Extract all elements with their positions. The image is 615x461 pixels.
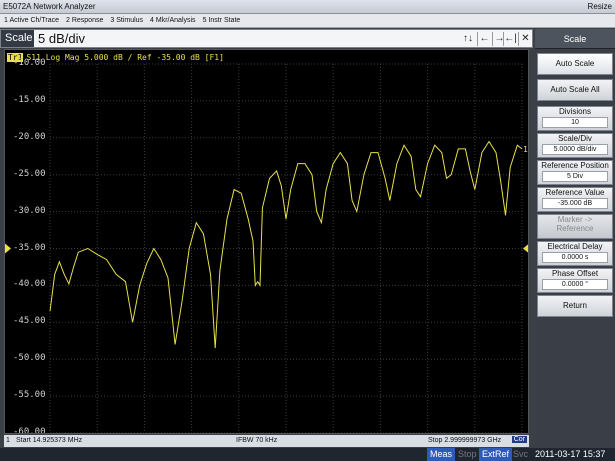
menu-mkr-analysis[interactable]: 4 Mkr/Analysis	[146, 14, 199, 27]
ifbw-value: IFBW 70 kHz	[236, 437, 278, 444]
enter-icon[interactable]: ←|	[503, 32, 517, 46]
y-tick-label: -30.00	[13, 205, 46, 216]
reference-arrow-right-icon	[523, 244, 528, 253]
chart-plot-area: 1	[5, 63, 528, 433]
arrow-left-icon[interactable]: ←	[477, 32, 491, 46]
start-frequency: Start 14.925373 MHz	[16, 437, 83, 444]
softkey-menu-title: Scale	[535, 29, 615, 49]
phase-offset-value: 0.0000 °	[542, 279, 608, 290]
return-label: Return	[562, 301, 587, 310]
resize-button[interactable]: Resize	[588, 2, 612, 11]
scale-div-value: 5.0000 dB/div	[542, 144, 608, 155]
channel-status-bar: 1 Start 14.925373 MHz IFBW 70 kHz Stop 2…	[4, 435, 529, 447]
reference-label: Reference	[556, 224, 594, 233]
marker-to-reference-button[interactable]: Marker -> Reference	[537, 214, 613, 239]
y-tick-label: -50.00	[13, 353, 46, 364]
softkey-panel: Scale Auto Scale Auto Scale All Division…	[535, 29, 615, 448]
title-bar: E5072A Network Analyzer Resize	[0, 0, 615, 14]
instrument-status-bar: Meas Stop ExtRef Svc 2011-03-17 15:37	[0, 448, 615, 461]
y-tick-label: -55.00	[13, 390, 46, 401]
up-down-spin-icon[interactable]: ↑↓	[461, 32, 475, 46]
y-tick-label: -60.00	[13, 427, 46, 434]
electrical-delay-label: Electrical Delay	[547, 242, 603, 251]
return-button[interactable]: Return	[537, 295, 613, 317]
entry-value-field[interactable]: 5 dB/div	[38, 31, 85, 46]
window-title: E5072A Network Analyzer	[3, 2, 96, 11]
date-time: 2011-03-17 15:37	[535, 449, 606, 459]
electrical-delay-button[interactable]: Electrical Delay 0.0000 s	[537, 241, 613, 266]
reference-value-value: -35.000 dB	[542, 198, 608, 209]
entry-label: Scale	[1, 30, 34, 47]
stop-frequency: Stop 2.999999973 GHz	[428, 437, 502, 444]
auto-scale-label: Auto Scale	[555, 59, 595, 68]
channel-number: 1	[6, 437, 10, 444]
electrical-delay-value: 0.0000 s	[542, 252, 608, 263]
auto-scale-all-button[interactable]: Auto Scale All	[537, 79, 613, 101]
phase-offset-button[interactable]: Phase Offset 0.0000 °	[537, 268, 613, 293]
reference-value-button[interactable]: Reference Value -35.000 dB	[537, 187, 613, 212]
trace-chart: 1 Tr1 S11 Log Mag 5.000 dB / Ref -35.00 d…	[4, 49, 529, 434]
phase-offset-label: Phase Offset	[551, 269, 599, 278]
reference-position-button[interactable]: Reference Position 5 Div	[537, 160, 613, 185]
menu-active-ch-trace[interactable]: 1 Active Ch/Trace	[0, 14, 62, 27]
meas-indicator: Meas	[427, 448, 456, 461]
menu-stimulus[interactable]: 3 Stimulus	[106, 14, 146, 27]
y-tick-label: -45.00	[13, 316, 46, 327]
reference-position-label: Reference Position	[541, 161, 609, 170]
reference-position-value: 5 Div	[542, 171, 608, 182]
stop-indicator: Stop	[458, 449, 477, 459]
y-tick-label: -20.00	[13, 131, 46, 142]
cor-badge: Cor	[511, 436, 527, 443]
reference-arrow-left-icon	[5, 243, 11, 254]
scale-div-button[interactable]: Scale/Div 5.0000 dB/div	[537, 133, 613, 158]
divisions-value: 10	[542, 117, 608, 128]
auto-scale-all-label: Auto Scale All	[550, 85, 600, 94]
menu-instr-state[interactable]: 5 Instr State	[199, 14, 244, 27]
analyzer-window: E5072A Network Analyzer Resize 1 Active …	[0, 0, 615, 461]
divisions-label: Divisions	[558, 107, 591, 116]
menu-bar: 1 Active Ch/Trace 2 Response 3 Stimulus …	[0, 14, 615, 28]
y-tick-label: -15.00	[13, 94, 46, 105]
scale-div-label: Scale/Div	[558, 134, 592, 143]
auto-scale-button[interactable]: Auto Scale	[537, 53, 613, 75]
trace-end-marker: 1	[523, 145, 528, 154]
extref-indicator: ExtRef	[479, 448, 513, 461]
reference-value-label: Reference Value	[545, 188, 605, 197]
y-tick-label: -25.00	[13, 168, 46, 179]
trace-header-text: S11 Log Mag 5.000 dB / Ref -35.00 dB [F1…	[26, 53, 224, 62]
svc-indicator: Svc	[513, 449, 529, 459]
y-tick-label: -40.00	[13, 279, 46, 290]
y-tick-label: -35.00	[13, 242, 46, 253]
menu-response[interactable]: 2 Response	[62, 14, 106, 27]
marker-to-label: Marker ->	[557, 215, 593, 224]
divisions-button[interactable]: Divisions 10	[537, 106, 613, 131]
close-icon[interactable]: ✕	[518, 32, 532, 46]
y-tick-label: -10.00	[13, 58, 46, 68]
entry-bar: Scale 5 dB/div ↑↓ ← → ←| ✕	[0, 29, 533, 48]
